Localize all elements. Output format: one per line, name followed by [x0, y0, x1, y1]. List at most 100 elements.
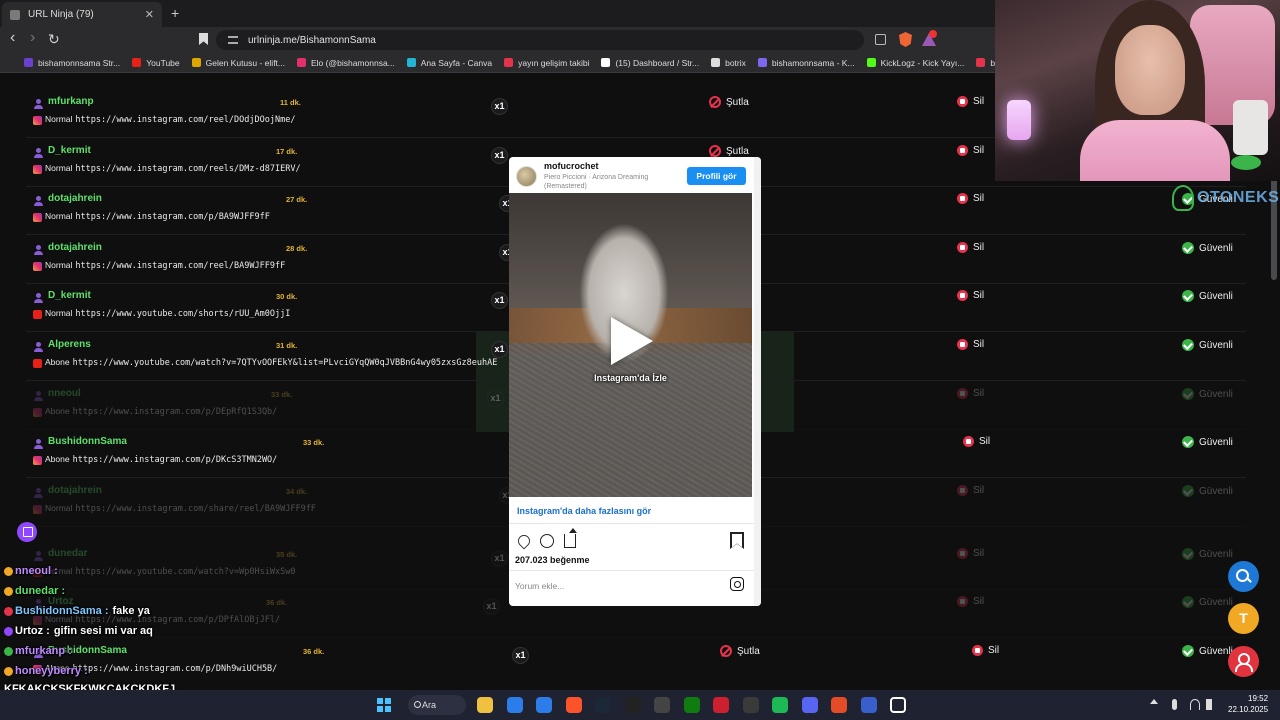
row-username[interactable]: dotajahrein — [48, 193, 102, 204]
row-link[interactable]: Normal https://www.youtube.com/watch?v=Wp… — [45, 566, 295, 577]
view-profile-button[interactable]: Profili gör — [687, 167, 746, 185]
share-icon[interactable] — [564, 528, 577, 548]
bookmark-item[interactable]: YouTube — [132, 58, 180, 68]
microphone-icon[interactable] — [1172, 699, 1177, 710]
delete-button[interactable]: Sil — [957, 485, 984, 496]
safe-button[interactable]: Güvenli — [1182, 596, 1233, 608]
play-icon[interactable] — [611, 317, 653, 365]
comment-input[interactable]: Yorum ekle... — [515, 581, 564, 591]
bookmark-item[interactable]: bishamonnsama Str... — [24, 58, 120, 68]
embed-scrollbar[interactable] — [754, 157, 761, 606]
row-link[interactable]: Abone https://www.instagram.com/p/DEpRfQ1… — [45, 406, 277, 417]
safe-button[interactable]: Güvenli — [1182, 388, 1233, 400]
wifi-icon[interactable] — [1190, 699, 1200, 710]
bookmark-item[interactable]: Elo (@bishamonnsa... — [297, 58, 395, 68]
comment-icon[interactable] — [540, 534, 554, 548]
see-more-link[interactable]: Instagram'da daha fazlasını gör — [517, 506, 651, 516]
row-link[interactable]: Normal https://www.instagram.com/share/re… — [45, 503, 316, 514]
forward-button[interactable]: › — [30, 29, 35, 47]
row-username[interactable]: dunedar — [48, 548, 87, 559]
safe-button[interactable]: Güvenli — [1182, 242, 1233, 254]
taskbar-app-icon[interactable] — [477, 697, 493, 713]
video-thumbnail[interactable]: Instagram'da İzle — [509, 193, 752, 497]
delete-button[interactable]: Sil — [972, 645, 999, 656]
embed-username[interactable]: mofucrochet — [544, 161, 599, 171]
taskbar-app-icon[interactable] — [831, 697, 847, 713]
avatar[interactable] — [516, 166, 537, 187]
like-icon[interactable] — [515, 532, 533, 550]
row-username[interactable]: dotajahrein — [48, 485, 102, 496]
taskbar-app-icon[interactable] — [683, 697, 700, 713]
delete-button[interactable]: Sil — [957, 96, 984, 107]
address-bar[interactable]: urlninja.me/BishamonnSama — [216, 30, 864, 50]
instagram-logo-icon[interactable] — [730, 577, 744, 591]
brave-shields-icon[interactable] — [899, 32, 912, 47]
taskbar-app-icon[interactable] — [565, 697, 582, 713]
bookmark-item[interactable]: Gelen Kutusu - elift... — [191, 58, 285, 68]
taskbar-app-icon[interactable] — [506, 697, 523, 713]
skip-button[interactable]: Şutla — [709, 145, 749, 157]
delete-button[interactable]: Sil — [963, 436, 990, 447]
taskbar-app-icon[interactable] — [860, 697, 877, 713]
bookmark-icon[interactable] — [199, 33, 208, 45]
row-link[interactable]: Normal https://www.instagram.com/reel/BA9… — [45, 260, 285, 271]
bookmark-item[interactable]: yayın gelişim takibi — [504, 58, 589, 68]
row-username[interactable]: D_kermit — [48, 145, 91, 156]
taskbar-app-icon[interactable] — [536, 697, 552, 713]
back-button[interactable]: ‹ — [10, 29, 15, 47]
search-fab-button[interactable] — [1228, 561, 1259, 592]
row-username[interactable]: D_kermit — [48, 290, 91, 301]
row-link[interactable]: Normal https://www.instagram.com/reels/DM… — [45, 163, 301, 174]
taskbar-app-icon[interactable] — [742, 697, 759, 713]
safe-button[interactable]: Güvenli — [1182, 485, 1233, 497]
taskbar-search[interactable]: Ara — [408, 695, 466, 715]
safe-button[interactable]: Güvenli — [1182, 436, 1233, 448]
site-settings-icon[interactable] — [228, 36, 238, 44]
row-link[interactable]: Abone https://www.instagram.com/p/DKcS3TM… — [45, 454, 277, 465]
watch-on-instagram-label[interactable]: Instagram'da İzle — [509, 373, 752, 383]
skip-button[interactable]: Şutla — [709, 96, 749, 108]
row-username[interactable]: nneoul — [48, 388, 81, 399]
tray-chevron-icon[interactable] — [1150, 699, 1158, 704]
bookmark-item[interactable]: bishamonnsama - K... — [757, 58, 855, 68]
close-tab-icon[interactable]: ✕ — [145, 8, 154, 21]
row-link[interactable]: Abone https://www.youtube.com/watch?v=7QT… — [45, 357, 497, 368]
taskbar-app-icon[interactable] — [713, 697, 729, 713]
volume-icon[interactable] — [1206, 699, 1212, 710]
safe-button[interactable]: Güvenli — [1182, 548, 1233, 560]
taskbar-app-icon[interactable] — [654, 697, 670, 713]
taskbar-app-icon[interactable] — [890, 697, 906, 713]
taskbar-app-icon[interactable] — [624, 697, 641, 713]
delete-button[interactable]: Sil — [957, 388, 984, 399]
row-link[interactable]: Normal https://www.instagram.com/p/BA9WJF… — [45, 211, 270, 222]
taskbar-app-icon[interactable] — [801, 697, 818, 713]
bookmark-item[interactable]: (15) Dashboard / Str... — [601, 58, 699, 68]
bookmark-item[interactable]: Ana Sayfa - Canva — [406, 58, 492, 68]
delete-button[interactable]: Sil — [957, 145, 984, 156]
row-link[interactable]: Normal https://www.youtube.com/shorts/rUU… — [45, 308, 290, 319]
reload-button[interactable]: ↻ — [48, 31, 60, 48]
safe-button[interactable]: Güvenli — [1182, 645, 1233, 657]
bookmark-item[interactable]: KickLogz - Kick Yayı... — [866, 58, 964, 68]
delete-button[interactable]: Sil — [957, 193, 984, 204]
taskbar-app-icon[interactable] — [595, 697, 611, 713]
bookmark-item[interactable]: bierp.com/s — [976, 58, 995, 68]
row-username[interactable]: mfurkanp — [48, 96, 94, 107]
taskbar-app-icon[interactable] — [772, 697, 788, 713]
row-username[interactable]: BushidonnSama — [48, 436, 127, 447]
delete-button[interactable]: Sil — [957, 339, 984, 350]
delete-button[interactable]: Sil — [957, 548, 984, 559]
t-fab-button[interactable]: T — [1228, 603, 1259, 634]
row-username[interactable]: Alperens — [48, 339, 91, 350]
clock[interactable]: 19:52 22.10.2025 — [1228, 693, 1268, 715]
bookmark-item[interactable]: botrix — [711, 58, 746, 68]
account-fab-button[interactable] — [1228, 646, 1259, 677]
skip-button[interactable]: Şutla — [720, 645, 760, 657]
browser-tab[interactable]: URL Ninja (79) ✕ — [2, 2, 162, 27]
delete-button[interactable]: Sil — [957, 242, 984, 253]
safe-button[interactable]: Güvenli — [1182, 339, 1233, 351]
delete-button[interactable]: Sil — [957, 596, 984, 607]
delete-button[interactable]: Sil — [957, 290, 984, 301]
start-button[interactable] — [377, 698, 391, 712]
new-tab-button[interactable]: + — [171, 5, 179, 21]
